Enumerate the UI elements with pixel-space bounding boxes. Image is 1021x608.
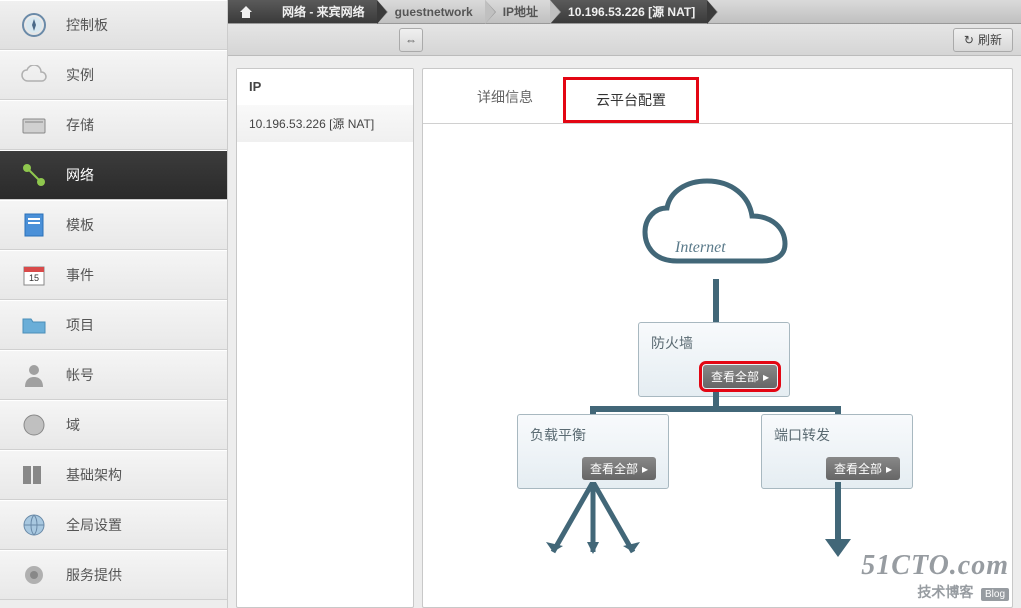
cloud-icon xyxy=(20,61,48,89)
collapse-icon: ⇔ xyxy=(405,33,417,47)
detail-panel: 详细信息 云平台配置 Internet 防火墙 查看全部 ▸ xyxy=(422,68,1013,608)
sidebar: 控制板 实例 存储 网络 模板 15 xyxy=(0,0,228,608)
sidebar-item-projects[interactable]: 项目 xyxy=(0,300,227,350)
portforward-view-button[interactable]: 查看全部 ▸ xyxy=(826,457,900,480)
sidebar-item-label: 基础架构 xyxy=(66,465,122,485)
sidebar-item-instances[interactable]: 实例 xyxy=(0,50,227,100)
breadcrumb: 网络 - 来宾网络 guestnetwork IP地址 10.196.53.22… xyxy=(228,0,1021,24)
content-area: IP 10.196.53.226 [源 NAT] 详细信息 云平台配置 Inte… xyxy=(228,56,1021,608)
arrows-down-icon xyxy=(533,482,653,572)
portforward-node: 端口转发 查看全部 ▸ xyxy=(761,414,913,489)
loadbalance-view-button[interactable]: 查看全部 ▸ xyxy=(582,457,656,480)
chevron-right-icon: ▸ xyxy=(763,370,769,384)
node-title: 防火墙 xyxy=(651,333,777,353)
sidebar-item-label: 网络 xyxy=(66,165,94,185)
sidebar-item-label: 全局设置 xyxy=(66,515,122,535)
ip-list-panel: IP 10.196.53.226 [源 NAT] xyxy=(236,68,414,608)
tabs: 详细信息 云平台配置 xyxy=(423,69,1012,124)
network-diagram: Internet 防火墙 查看全部 ▸ xyxy=(423,124,1012,607)
sidebar-item-label: 帐号 xyxy=(66,365,94,385)
sidebar-item-label: 实例 xyxy=(66,65,94,85)
node-title: 负载平衡 xyxy=(530,425,656,445)
sidebar-item-label: 服务提供 xyxy=(66,565,122,585)
calendar-icon: 15 xyxy=(20,261,48,289)
gear-icon xyxy=(20,561,48,589)
sidebar-item-accounts[interactable]: 帐号 xyxy=(0,350,227,400)
firewall-view-button[interactable]: 查看全部 ▸ xyxy=(703,365,777,388)
watermark-main: 51CTO.com xyxy=(861,550,1009,582)
toggle-panel-button[interactable]: ⇔ xyxy=(399,28,423,52)
connector xyxy=(835,482,841,542)
watermark-blog: Blog xyxy=(981,588,1009,601)
sidebar-item-label: 模板 xyxy=(66,215,94,235)
sidebar-item-storage[interactable]: 存储 xyxy=(0,100,227,150)
refresh-icon: ↻ xyxy=(964,33,974,47)
sidebar-item-infrastructure[interactable]: 基础架构 xyxy=(0,450,227,500)
domain-icon xyxy=(20,411,48,439)
tab-config[interactable]: 云平台配置 xyxy=(563,77,699,123)
disk-icon xyxy=(20,111,48,139)
connector xyxy=(713,279,719,323)
breadcrumb-item[interactable]: 网络 - 来宾网络 xyxy=(264,0,377,23)
sidebar-item-dashboard[interactable]: 控制板 xyxy=(0,0,227,50)
sidebar-item-service-offerings[interactable]: 服务提供 xyxy=(0,550,227,600)
home-icon xyxy=(239,5,253,19)
chevron-right-icon: ▸ xyxy=(886,462,892,476)
sidebar-item-global-settings[interactable]: 全局设置 xyxy=(0,500,227,550)
svg-text:15: 15 xyxy=(29,273,39,283)
user-icon xyxy=(20,361,48,389)
servers-icon xyxy=(20,461,48,489)
folder-icon xyxy=(20,311,48,339)
refresh-label: 刷新 xyxy=(978,31,1002,48)
node-title: 端口转发 xyxy=(774,425,900,445)
panel-header: IP xyxy=(237,69,413,105)
globe-icon xyxy=(20,511,48,539)
connector xyxy=(590,406,841,412)
breadcrumb-item[interactable]: 10.196.53.226 [源 NAT] xyxy=(550,0,707,23)
toolbar: ⇔ ↻ 刷新 xyxy=(228,24,1021,56)
template-icon xyxy=(20,211,48,239)
sidebar-item-label: 控制板 xyxy=(66,15,108,35)
refresh-button[interactable]: ↻ 刷新 xyxy=(953,28,1013,52)
watermark: 51CTO.com 技术博客 Blog xyxy=(861,550,1009,602)
breadcrumb-home[interactable] xyxy=(228,0,264,23)
watermark-sub: 技术博客 xyxy=(917,584,973,600)
cloud-icon xyxy=(637,176,792,281)
sidebar-item-network[interactable]: 网络 xyxy=(0,150,227,200)
firewall-node: 防火墙 查看全部 ▸ xyxy=(638,322,790,397)
tab-details[interactable]: 详细信息 xyxy=(447,77,563,123)
cloud-label: Internet xyxy=(675,239,726,257)
sidebar-item-templates[interactable]: 模板 xyxy=(0,200,227,250)
chevron-right-icon: ▸ xyxy=(642,462,648,476)
sidebar-item-domains[interactable]: 域 xyxy=(0,400,227,450)
sidebar-item-label: 域 xyxy=(66,415,80,435)
sidebar-item-label: 项目 xyxy=(66,315,94,335)
arrow-down-icon xyxy=(825,539,851,559)
sidebar-item-label: 存储 xyxy=(66,115,94,135)
breadcrumb-item[interactable]: guestnetwork xyxy=(377,0,485,23)
compass-icon xyxy=(20,11,48,39)
sidebar-item-events[interactable]: 15 事件 xyxy=(0,250,227,300)
network-icon xyxy=(20,161,48,189)
ip-list-item[interactable]: 10.196.53.226 [源 NAT] xyxy=(237,105,413,142)
main-area: 网络 - 来宾网络 guestnetwork IP地址 10.196.53.22… xyxy=(228,0,1021,608)
loadbalance-node: 负载平衡 查看全部 ▸ xyxy=(517,414,669,489)
sidebar-item-label: 事件 xyxy=(66,265,94,285)
